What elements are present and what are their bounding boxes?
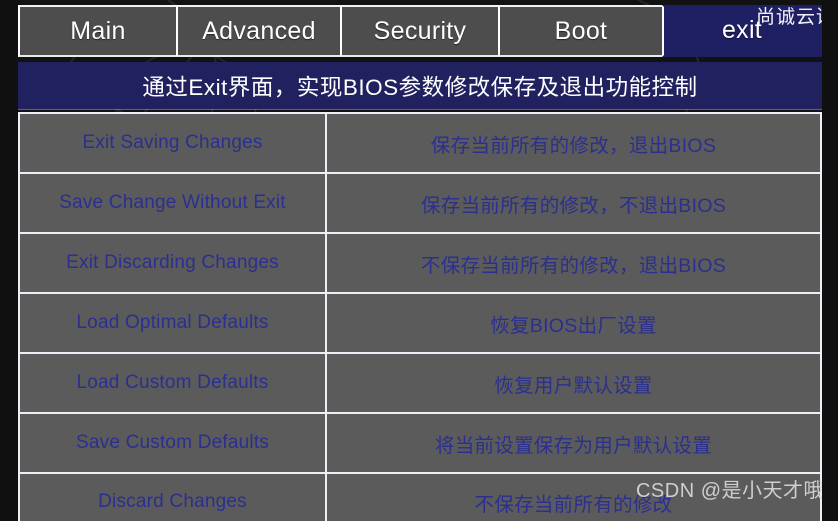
tab-boot[interactable]: Boot	[498, 5, 664, 57]
section-banner-text: 通过Exit界面，实现BIOS参数修改保存及退出功能控制	[142, 74, 698, 100]
tab-advanced[interactable]: Advanced	[176, 5, 342, 57]
tab-exit[interactable]: exit	[662, 5, 822, 57]
option-desc-cell: 恢复BIOS出厂设置	[490, 314, 657, 337]
option-desc-cell: 不保存当前所有的修改	[474, 493, 673, 516]
table-row: Exit Discarding Changes 不保存当前所有的修改，退出BIO…	[18, 232, 822, 292]
option-name-cell: Save Custom Defaults	[20, 414, 327, 472]
option-desc-cell: 保存当前所有的修改，不退出BIOS	[420, 194, 727, 217]
exit-options-table: Exit Saving Changes 保存当前所有的修改，退出BIOS Sav…	[18, 112, 822, 521]
option-desc-cell: 保存当前所有的修改，退出BIOS	[430, 134, 717, 157]
table-row: Save Change Without Exit 保存当前所有的修改，不退出BI…	[18, 172, 822, 232]
tab-main[interactable]: Main	[18, 5, 178, 57]
option-name-cell: Exit Discarding Changes	[20, 234, 327, 292]
option-name-cell: Load Custom Defaults	[20, 354, 327, 412]
table-row: Load Custom Defaults 恢复用户默认设置	[18, 352, 822, 412]
table-row: Save Custom Defaults 将当前设置保存为用户默认设置	[18, 412, 822, 472]
option-name-cell: Load Optimal Defaults	[20, 294, 327, 352]
section-banner: 通过Exit界面，实现BIOS参数修改保存及退出功能控制	[18, 62, 822, 109]
tab-boot-label: Boot	[554, 16, 608, 45]
tab-exit-label: exit	[721, 15, 763, 44]
option-desc-cell: 将当前设置保存为用户默认设置	[434, 434, 713, 457]
table-row: Load Optimal Defaults 恢复BIOS出厂设置	[18, 292, 822, 352]
left-letterbox-edge	[0, 0, 18, 521]
tab-advanced-label: Advanced	[202, 16, 316, 45]
slide-screenshot: Main Advanced Security Boot exit 通过Exit界…	[0, 0, 838, 521]
tab-security[interactable]: Security	[340, 5, 500, 57]
option-name-cell: Save Change Without Exit	[20, 174, 327, 232]
option-desc-cell: 不保存当前所有的修改，退出BIOS	[420, 254, 727, 277]
table-row: Exit Saving Changes 保存当前所有的修改，退出BIOS	[18, 112, 822, 172]
slide-content-frame: Main Advanced Security Boot exit 通过Exit界…	[18, 0, 822, 521]
tab-security-label: Security	[373, 16, 467, 45]
option-desc-cell: 恢复用户默认设置	[494, 374, 653, 397]
option-name-cell: Discard Changes	[20, 474, 327, 521]
table-row: Discard Changes 不保存当前所有的修改	[18, 472, 822, 521]
tab-main-label: Main	[70, 16, 126, 45]
right-letterbox-edge	[822, 0, 838, 521]
option-name-cell: Exit Saving Changes	[20, 114, 327, 172]
bios-tab-bar: Main Advanced Security Boot exit	[18, 5, 822, 57]
